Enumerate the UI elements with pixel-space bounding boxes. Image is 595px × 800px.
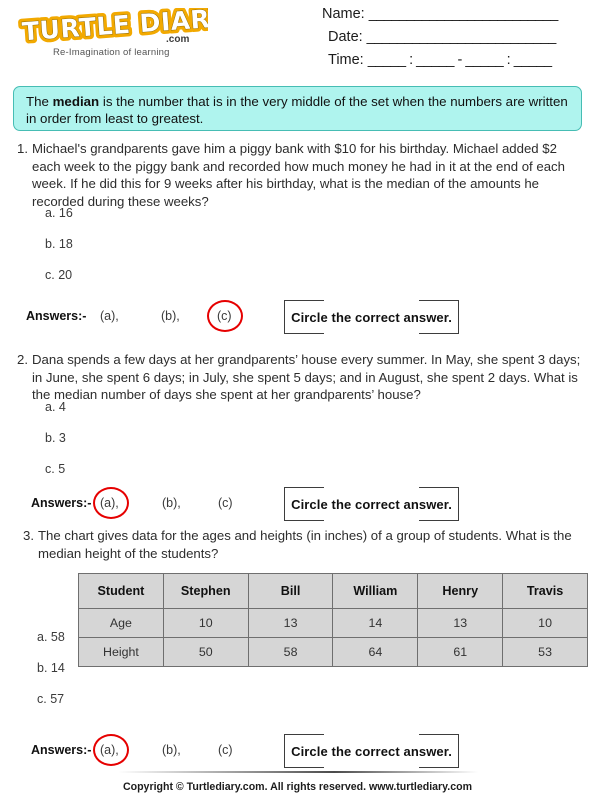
age-travis: 10 — [502, 608, 588, 638]
question-3-answers-row: Answers:- (a), (b), (c) — [31, 734, 281, 766]
table-header-bill: Bill — [247, 573, 334, 609]
question-1-option-c[interactable]: c. 20 — [45, 268, 73, 299]
question-1: 1. Michael's grandparents gave him a pig… — [8, 140, 588, 210]
height-travis: 53 — [502, 637, 588, 667]
question-2-text: Dana spends a few days at her grandparen… — [32, 352, 581, 402]
age-william: 14 — [332, 608, 419, 638]
question-1-answer-a[interactable]: (a), — [100, 309, 119, 323]
question-1-number: 1. — [17, 141, 28, 156]
table-header-row: Student Stephen Bill William Henry Travi… — [78, 573, 588, 609]
date-label: Date: — [328, 29, 363, 45]
table-header-stephen: Stephen — [162, 573, 249, 609]
question-2-option-b[interactable]: b. 3 — [45, 431, 66, 462]
footer-copyright: Copyright © Turtlediary.com. All rights … — [122, 781, 473, 793]
question-2-answer-a[interactable]: (a), — [100, 496, 119, 510]
logo-tagline: Re-Imagination of learning — [53, 47, 170, 58]
median-definition-box: The median is the number that is in the … — [13, 86, 582, 131]
question-1-answers-label: Answers:- — [26, 309, 87, 323]
height-stephen: 50 — [162, 637, 249, 667]
question-2-option-c[interactable]: c. 5 — [45, 462, 66, 493]
question-3-option-c[interactable]: c. 57 — [37, 692, 65, 723]
question-3-answer-b[interactable]: (b), — [162, 743, 181, 757]
age-henry: 13 — [417, 608, 504, 638]
name-field-row: Name: _________________________ — [300, 6, 590, 29]
logo-dotcom-text: .com — [166, 34, 190, 45]
height-bill: 58 — [247, 637, 334, 667]
question-1-option-b[interactable]: b. 18 — [45, 237, 73, 268]
question-2-number: 2. — [17, 352, 28, 367]
question-3-circle-instruction-box: Circle the correct answer. — [284, 734, 459, 768]
question-1-circle-instruction-label: Circle the correct answer. — [291, 309, 452, 325]
question-1-options: a. 16 b. 18 c. 20 — [45, 206, 73, 299]
time-label: Time: — [328, 52, 364, 68]
name-input-line[interactable]: _________________________ — [369, 6, 559, 22]
question-3-options: a. 58 b. 14 c. 57 — [37, 630, 65, 723]
definition-term: median — [52, 94, 100, 109]
question-2-answer-c[interactable]: (c) — [218, 496, 233, 510]
footer-divider — [118, 771, 478, 773]
definition-text-after: is the number that is in the very middle… — [26, 94, 568, 126]
height-henry: 61 — [417, 637, 504, 667]
definition-text-before: The — [26, 94, 53, 109]
question-3-option-b[interactable]: b. 14 — [37, 661, 65, 692]
table-rowlabel-height: Height — [78, 637, 164, 667]
name-label: Name: — [322, 6, 365, 22]
question-2: 2. Dana spends a few days at her grandpa… — [8, 351, 588, 404]
question-1-answers-row: Answers:- (a), (b), (c) — [26, 300, 276, 332]
question-2-circle-instruction-label: Circle the correct answer. — [291, 496, 452, 512]
question-3-text: The chart gives data for the ages and he… — [38, 528, 572, 561]
table-header-student: Student — [78, 573, 164, 609]
date-input-line[interactable]: _________________________ — [367, 29, 557, 45]
age-stephen: 10 — [162, 608, 249, 638]
question-3-option-a[interactable]: a. 58 — [37, 630, 65, 661]
question-2-option-a[interactable]: a. 4 — [45, 400, 66, 431]
time-input-line[interactable]: _____ : _____ - _____ : _____ — [368, 52, 552, 68]
question-3-answer-c[interactable]: (c) — [218, 743, 233, 757]
table-header-travis: Travis — [502, 573, 588, 609]
question-2-answer-b[interactable]: (b), — [162, 496, 181, 510]
age-bill: 13 — [247, 608, 334, 638]
question-1-text: Michael's grandparents gave him a piggy … — [32, 141, 565, 209]
time-field-row: Time: _____ : _____ - _____ : _____ — [300, 52, 590, 75]
question-2-answers-label: Answers:- — [31, 496, 92, 510]
question-3-answers-label: Answers:- — [31, 743, 92, 757]
question-1-answer-c[interactable]: (c) — [217, 309, 232, 323]
table-row-height: Height 50 58 64 61 53 — [78, 637, 588, 667]
question-3-answer-a[interactable]: (a), — [100, 743, 119, 757]
height-william: 64 — [332, 637, 419, 667]
question-2-options: a. 4 b. 3 c. 5 — [45, 400, 66, 493]
table-row-age: Age 10 13 14 13 10 — [78, 608, 588, 638]
question-2-answers-row: Answers:- (a), (b), (c) — [31, 487, 281, 519]
table-header-henry: Henry — [417, 573, 504, 609]
question-2-circle-instruction-box: Circle the correct answer. — [284, 487, 459, 521]
turtle-diary-logo: TURTLE DIARY TURTLE DIARY TURTLE DIARY .… — [18, 6, 218, 62]
question-1-option-a[interactable]: a. 16 — [45, 206, 73, 237]
table-header-william: William — [332, 573, 419, 609]
question-3-circle-instruction-label: Circle the correct answer. — [291, 743, 452, 759]
student-info-fields: Name: _________________________ Date: __… — [300, 6, 590, 75]
question-3-number: 3. — [23, 528, 34, 543]
page-header: TURTLE DIARY TURTLE DIARY TURTLE DIARY .… — [0, 0, 595, 78]
question-1-circle-instruction-box: Circle the correct answer. — [284, 300, 459, 334]
question-3: 3. The chart gives data for the ages and… — [14, 527, 589, 562]
question-1-answer-b[interactable]: (b), — [161, 309, 180, 323]
date-field-row: Date: _________________________ — [300, 29, 590, 52]
table-rowlabel-age: Age — [78, 608, 164, 638]
students-data-table: Student Stephen Bill William Henry Travi… — [78, 573, 588, 667]
